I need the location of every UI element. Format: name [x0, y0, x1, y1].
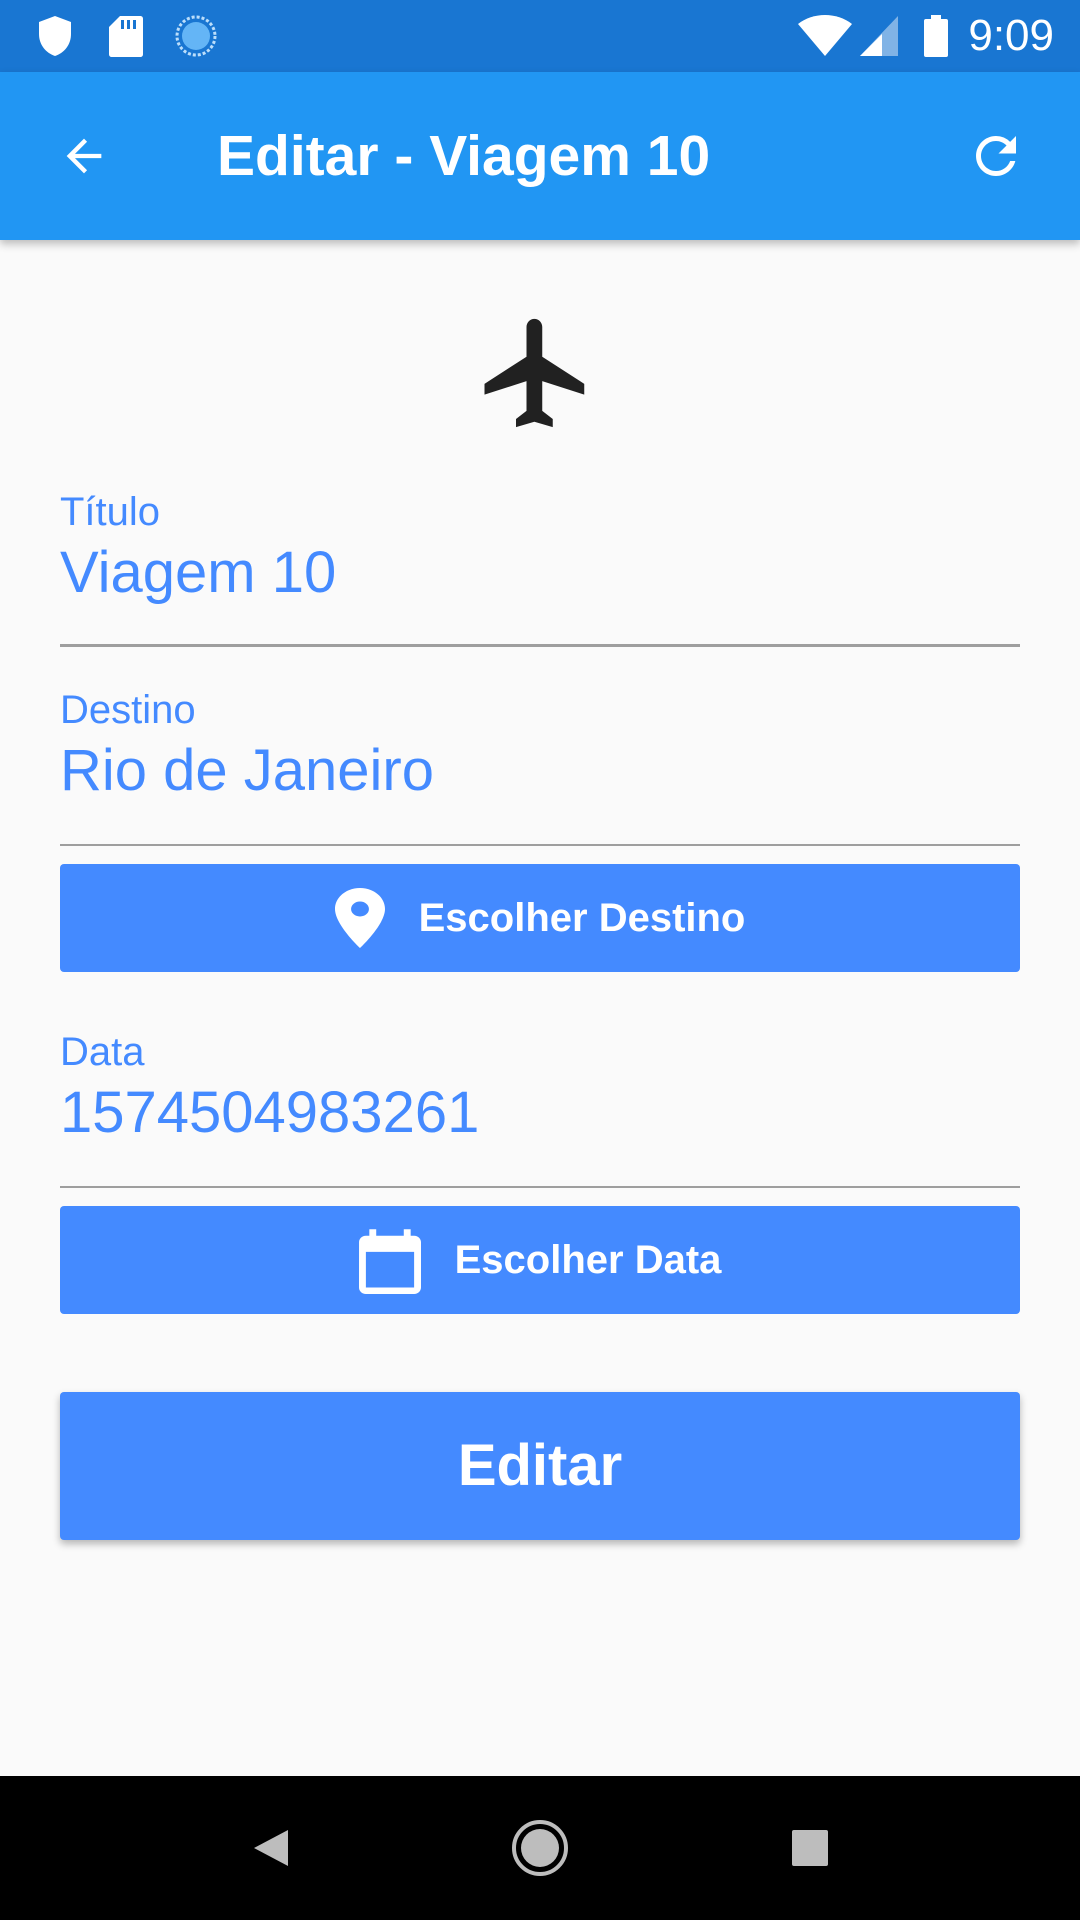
titulo-label: Título	[60, 490, 161, 534]
refresh-icon	[976, 136, 1016, 176]
status-bar: 9:09	[0, 0, 1080, 72]
destino-input[interactable]: Rio de Janeiro	[60, 736, 434, 806]
nav-recents-icon	[792, 1830, 828, 1866]
destino-field[interactable]: Destino Rio de Janeiro	[60, 686, 1020, 846]
location-pin-icon	[334, 888, 385, 948]
data-input[interactable]: 1574504983261	[60, 1078, 479, 1148]
app-bar: Editar - Viagem 10	[0, 72, 1080, 240]
titulo-field[interactable]: Título Viagem 10	[60, 488, 1020, 648]
battery-icon	[924, 15, 948, 57]
navigation-bar	[0, 1776, 1080, 1920]
page-title: Editar - Viagem 10	[217, 124, 711, 188]
calendar-icon	[358, 1229, 421, 1294]
editar-button[interactable]: Editar	[60, 1392, 1020, 1540]
status-time: 9:09	[968, 11, 1054, 60]
nav-recents-button[interactable]	[762, 1800, 858, 1896]
titulo-input[interactable]: Viagem 10	[60, 538, 336, 608]
cell-signal-icon	[860, 16, 898, 56]
titulo-underline	[60, 644, 1020, 647]
escolher-data-label: Escolher Data	[454, 1238, 722, 1282]
screen: 9:09 Editar - Viagem 10 Título Viagem 10…	[0, 0, 1080, 1920]
escolher-destino-label: Escolher Destino	[418, 896, 746, 940]
destino-underline	[60, 844, 1020, 846]
sync-circle-icon	[175, 15, 217, 57]
nav-home-button[interactable]	[492, 1800, 588, 1896]
destino-label: Destino	[60, 688, 196, 732]
data-label: Data	[60, 1030, 145, 1074]
refresh-button[interactable]	[952, 112, 1040, 200]
shield-icon	[39, 16, 71, 56]
escolher-destino-button[interactable]: Escolher Destino	[60, 864, 1020, 972]
nav-home-icon	[512, 1820, 568, 1876]
editar-label: Editar	[457, 1433, 623, 1498]
data-field[interactable]: Data 1574504983261	[60, 1028, 1020, 1188]
escolher-data-button[interactable]: Escolher Data	[60, 1206, 1020, 1314]
nav-back-icon	[254, 1830, 288, 1866]
airplane-icon	[484, 318, 585, 428]
arrow-back-icon	[66, 138, 102, 174]
sd-card-icon	[109, 16, 143, 57]
back-button[interactable]	[40, 112, 128, 200]
nav-back-button[interactable]	[222, 1800, 318, 1896]
data-underline	[60, 1186, 1020, 1188]
wifi-icon	[798, 15, 852, 56]
